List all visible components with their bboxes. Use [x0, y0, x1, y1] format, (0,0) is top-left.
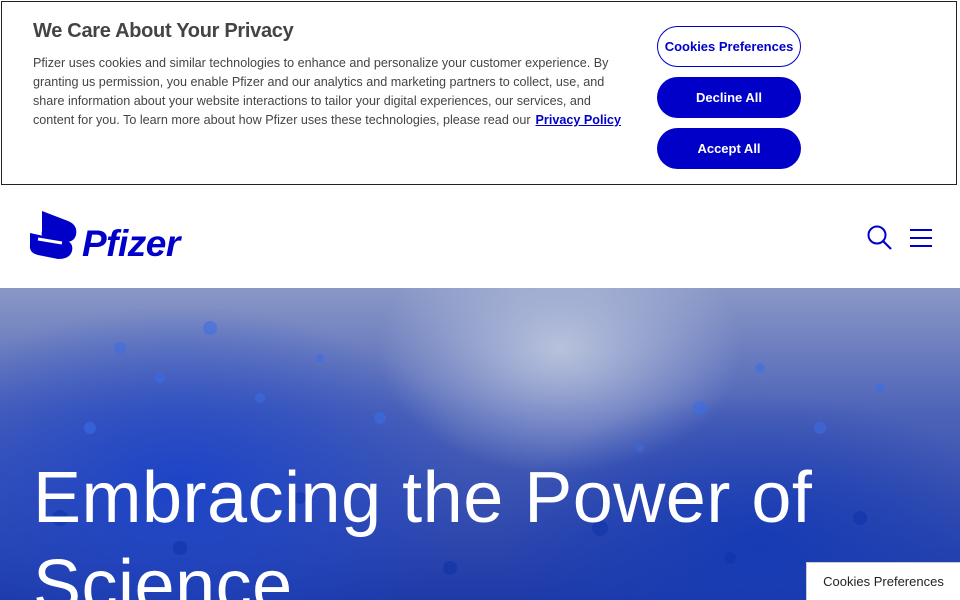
- accept-all-button[interactable]: Accept All: [657, 128, 801, 169]
- hamburger-menu-icon[interactable]: [908, 227, 934, 249]
- pfizer-logo-mark-icon: [28, 209, 78, 272]
- pfizer-logo[interactable]: Pfizer: [28, 209, 180, 272]
- hero-title: Embracing the Power of Science: [33, 458, 813, 600]
- hero-section: Embracing the Power of Science: [0, 288, 960, 600]
- site-header: Pfizer: [0, 187, 960, 288]
- cookie-banner-title: We Care About Your Privacy: [33, 20, 294, 42]
- cookie-banner: We Care About Your Privacy Pfizer uses c…: [1, 1, 957, 185]
- pfizer-logo-text: Pfizer: [82, 222, 180, 264]
- search-icon[interactable]: [866, 224, 894, 252]
- cookie-banner-body: Pfizer uses cookies and similar technolo…: [33, 56, 609, 127]
- decline-all-button[interactable]: Decline All: [657, 77, 801, 118]
- cookies-preferences-button[interactable]: Cookies Preferences: [657, 26, 801, 67]
- cookie-banner-text: Pfizer uses cookies and similar technolo…: [33, 54, 633, 130]
- floating-cookies-preferences-button[interactable]: Cookies Preferences: [806, 562, 960, 600]
- privacy-policy-link[interactable]: Privacy Policy: [536, 113, 621, 127]
